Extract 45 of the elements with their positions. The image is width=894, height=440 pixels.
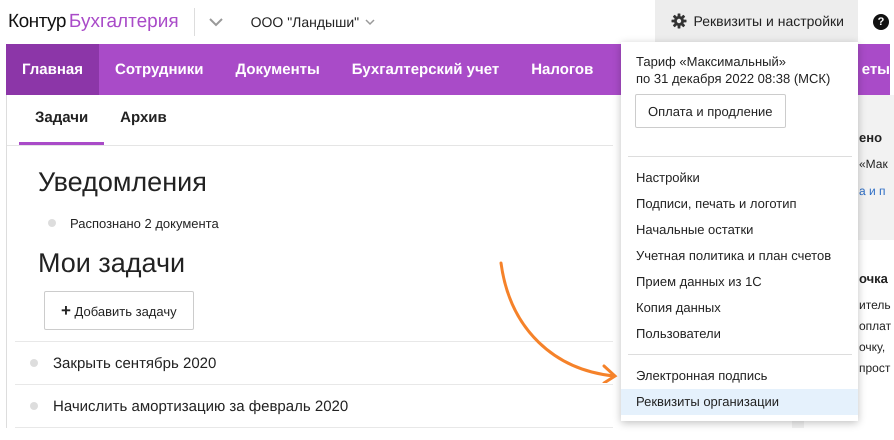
bullet-icon xyxy=(48,219,56,227)
task-title[interactable]: Закрыть сентябрь 2020 xyxy=(53,354,216,372)
bullet-icon xyxy=(30,359,38,367)
logo-product-name: Бухгалтерия xyxy=(68,11,179,33)
nav-tab[interactable]: Налогов xyxy=(515,44,610,95)
logo-wordmark: Контур xyxy=(8,11,66,33)
nav-tab[interactable]: Документы xyxy=(219,44,336,95)
tariff-text: по 31 декабря 2022 08:38 (МСК) xyxy=(636,70,832,87)
menu-item[interactable]: Копия данных xyxy=(621,295,858,321)
side-text: оплат xyxy=(859,318,892,335)
side-text: очку, xyxy=(859,339,886,356)
chevron-down-icon[interactable] xyxy=(208,18,223,26)
payment-button[interactable]: Оплата и продление xyxy=(635,94,786,128)
bullet-icon xyxy=(30,402,38,410)
menu-item[interactable]: Электронная подпись xyxy=(621,363,858,389)
task-title[interactable]: Начислить амортизацию за февраль 2020 xyxy=(53,398,348,414)
subtab[interactable]: Задачи xyxy=(19,95,104,145)
organization-selector[interactable]: ООО "Ландыши" xyxy=(250,14,360,30)
gear-icon xyxy=(670,13,687,29)
settings-button[interactable]: Реквизиты и настройки xyxy=(654,0,858,42)
section-heading: Уведомления xyxy=(38,166,208,198)
menu-item[interactable]: Подписи, печать и логотип xyxy=(621,191,858,217)
tariff-text: Тариф «Максимальный» xyxy=(636,53,787,70)
side-link[interactable]: а и п xyxy=(859,178,894,205)
side-text: прост xyxy=(859,360,892,377)
menu-item[interactable]: Настройки xyxy=(621,165,858,191)
notification-text: Распознано 2 документа xyxy=(70,216,219,230)
side-heading: очка xyxy=(859,270,889,288)
nav-tab[interactable]: Сотрудники xyxy=(99,44,220,95)
menu-item[interactable]: Начальные остатки xyxy=(621,217,858,243)
section-heading: Мои задачи xyxy=(38,247,186,279)
side-text: «Мак xyxy=(859,156,889,173)
side-text: итель xyxy=(859,297,892,314)
add-task-button[interactable]: + Добавить задачу xyxy=(44,291,194,330)
menu-item[interactable]: Учетная политика и план счетов xyxy=(621,243,858,269)
nav-tab[interactable]: Бухгалтерский учет xyxy=(336,44,516,95)
help-button[interactable]: ? xyxy=(873,14,889,30)
nav-tab[interactable]: Главная xyxy=(6,44,100,95)
subtab[interactable]: Архив xyxy=(104,95,183,145)
nav-tab[interactable]: еты xyxy=(862,44,890,95)
menu-item[interactable]: Прием данных из 1С xyxy=(621,269,858,295)
side-heading: ено xyxy=(859,129,884,147)
menu-item[interactable]: Пользователи xyxy=(621,321,858,347)
menu-item[interactable]: Реквизиты организации xyxy=(621,389,858,415)
chevron-down-icon[interactable] xyxy=(365,18,376,26)
